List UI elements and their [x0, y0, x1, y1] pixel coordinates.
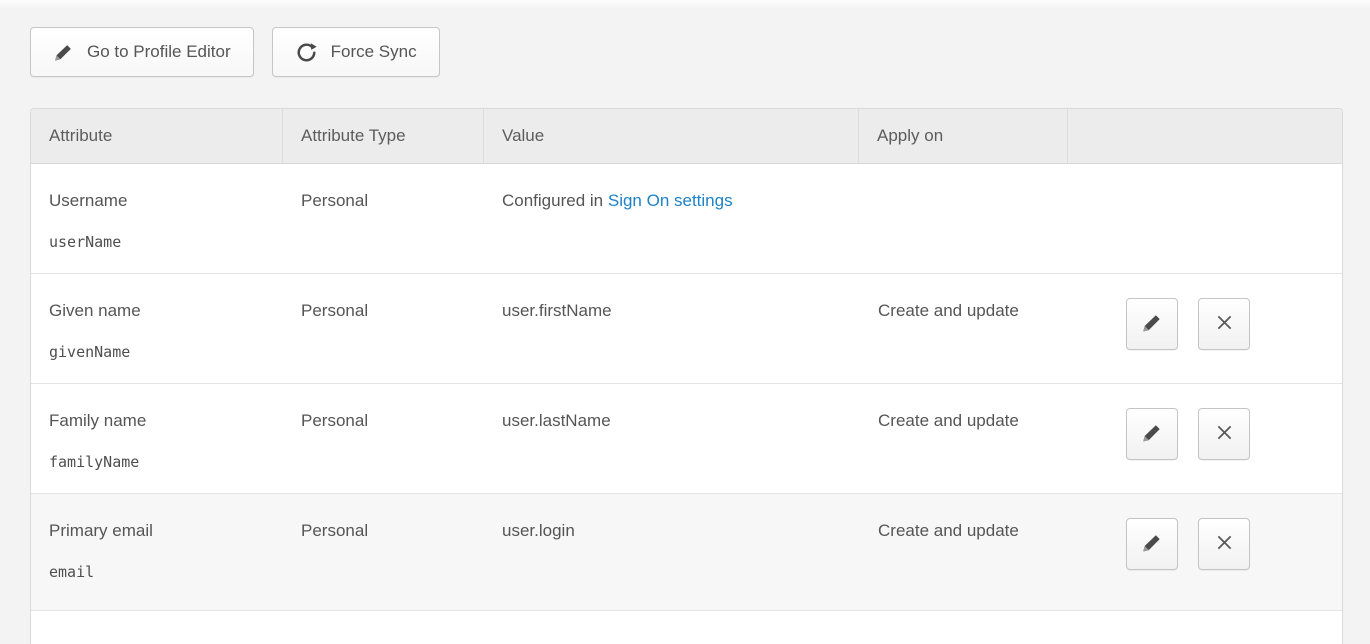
column-header-apply-on: Apply on [859, 109, 1068, 163]
actions-cell [1068, 384, 1342, 493]
column-header-value: Value [484, 109, 859, 163]
attribute-type-cell: Personal [283, 494, 484, 610]
attribute-label: Family name [49, 411, 269, 431]
force-sync-button[interactable]: Force Sync [272, 27, 440, 77]
remove-attribute-button[interactable] [1198, 408, 1250, 460]
attribute-type-cell: Personal [283, 274, 484, 383]
attribute-cell: Primary email email [31, 494, 283, 610]
apply-on-cell: Create and update [859, 494, 1068, 610]
apply-on-cell: Create and update [859, 274, 1068, 383]
table-row-partial [31, 611, 1342, 644]
force-sync-label: Force Sync [331, 42, 417, 62]
actions-cell [1068, 274, 1342, 383]
column-header-attribute-type: Attribute Type [283, 109, 484, 163]
remove-x-icon [1214, 532, 1235, 556]
attribute-type-cell: Personal [283, 384, 484, 493]
top-divider [0, 0, 1370, 10]
apply-on-cell [859, 164, 1068, 273]
attribute-mapping-table: Attribute Attribute Type Value Apply on … [30, 108, 1343, 644]
value-cell: Configured in Sign On settings [484, 164, 859, 273]
value-cell: user.login [484, 494, 859, 610]
remove-attribute-button[interactable] [1198, 518, 1250, 570]
attribute-label: Primary email [49, 521, 269, 541]
attribute-variable-name: userName [49, 233, 269, 251]
value-cell: user.firstName [484, 274, 859, 383]
attribute-type-cell: Personal [283, 164, 484, 273]
apply-on-cell: Create and update [859, 384, 1068, 493]
table-row: Family name familyName Personal user.las… [31, 384, 1342, 494]
go-to-profile-editor-button[interactable]: Go to Profile Editor [30, 27, 254, 77]
edit-attribute-button[interactable] [1126, 408, 1178, 460]
edit-pencil-icon [1141, 532, 1163, 557]
attribute-variable-name: email [49, 563, 269, 581]
table-row: Username userName Personal Configured in… [31, 164, 1342, 274]
attribute-cell: Username userName [31, 164, 283, 273]
refresh-icon [295, 41, 318, 64]
attribute-variable-name: givenName [49, 343, 269, 361]
table-row: Given name givenName Personal user.first… [31, 274, 1342, 384]
actions-cell [1068, 164, 1342, 273]
pencil-icon [53, 42, 74, 63]
attribute-cell: Family name familyName [31, 384, 283, 493]
toolbar: Go to Profile Editor Force Sync [30, 27, 440, 77]
remove-attribute-button[interactable] [1198, 298, 1250, 350]
value-cell: user.lastName [484, 384, 859, 493]
attribute-mappings-page: Go to Profile Editor Force Sync Attribut… [0, 0, 1370, 644]
column-header-actions [1068, 109, 1342, 163]
column-header-attribute: Attribute [31, 109, 283, 163]
attribute-label: Given name [49, 301, 269, 321]
remove-x-icon [1214, 312, 1235, 336]
table-header-row: Attribute Attribute Type Value Apply on [31, 109, 1342, 164]
attribute-label: Username [49, 191, 269, 211]
table-row: Primary email email Personal user.login … [31, 494, 1342, 611]
value-prefix: Configured in [502, 191, 603, 210]
attribute-cell: Given name givenName [31, 274, 283, 383]
sign-on-settings-link[interactable]: Sign On settings [608, 191, 733, 210]
go-to-profile-editor-label: Go to Profile Editor [87, 42, 231, 62]
edit-attribute-button[interactable] [1126, 518, 1178, 570]
actions-cell [1068, 494, 1342, 610]
edit-pencil-icon [1141, 312, 1163, 337]
edit-pencil-icon [1141, 422, 1163, 447]
edit-attribute-button[interactable] [1126, 298, 1178, 350]
attribute-variable-name: familyName [49, 453, 269, 471]
remove-x-icon [1214, 422, 1235, 446]
